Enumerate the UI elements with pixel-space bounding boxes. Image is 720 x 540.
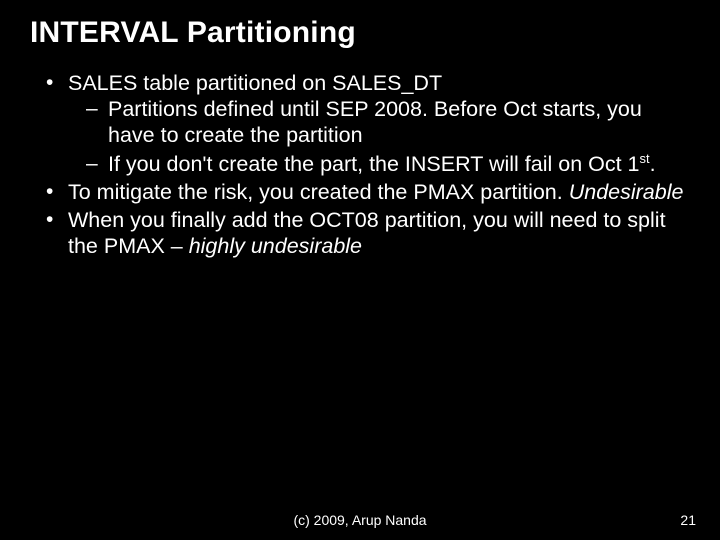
sub-bullet-text: If you don't create the part, the INSERT…: [108, 152, 640, 176]
footer-copyright: (c) 2009, Arup Nanda: [0, 512, 720, 528]
slide: INTERVAL Partitioning SALES table partit…: [0, 0, 720, 540]
bullet-item: SALES table partitioned on SALES_DT Part…: [46, 70, 690, 177]
bullet-text: SALES table partitioned on SALES_DT: [68, 71, 442, 95]
sub-bullet-item: Partitions defined until SEP 2008. Befor…: [86, 96, 690, 148]
bullet-item: To mitigate the risk, you created the PM…: [46, 179, 690, 205]
ordinal-suffix: st: [640, 151, 650, 166]
slide-title: INTERVAL Partitioning: [30, 16, 690, 50]
sub-bullet-text-post: .: [650, 152, 656, 176]
page-number: 21: [680, 512, 696, 528]
bullet-text: To mitigate the risk, you created the PM…: [68, 180, 569, 204]
bullet-emphasis: Undesirable: [569, 180, 684, 204]
sub-bullet-text: Partitions defined until SEP 2008. Befor…: [108, 97, 642, 147]
sub-bullet-list: Partitions defined until SEP 2008. Befor…: [68, 96, 690, 177]
sub-bullet-item: If you don't create the part, the INSERT…: [86, 151, 690, 177]
bullet-text: When you finally add the OCT08 partition…: [68, 208, 666, 258]
bullet-emphasis: highly undesirable: [189, 234, 362, 258]
bullet-list: SALES table partitioned on SALES_DT Part…: [30, 70, 690, 260]
bullet-item: When you finally add the OCT08 partition…: [46, 207, 690, 259]
